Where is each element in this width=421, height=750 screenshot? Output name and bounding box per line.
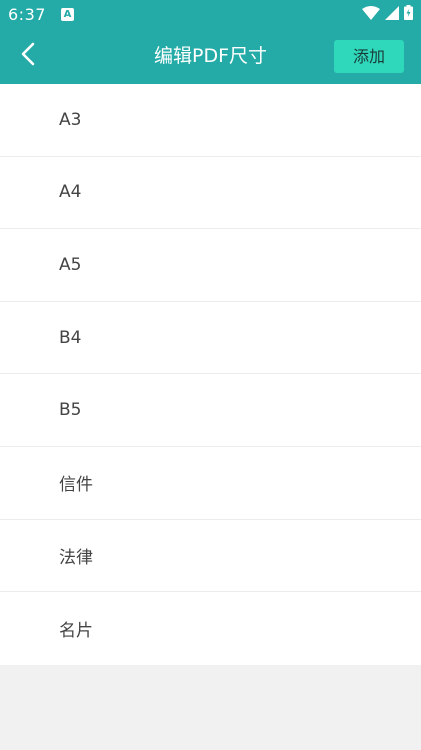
chevron-left-icon — [20, 42, 36, 70]
pdf-size-list: A3 A4 A5 B4 B5 信件 法律 名片 — [0, 84, 421, 665]
status-time: 6:37 — [8, 5, 46, 24]
toolbar: 编辑PDF尺寸 添加 — [0, 29, 421, 84]
wifi-icon — [362, 5, 380, 24]
list-item-business-card[interactable]: 名片 — [0, 592, 421, 665]
list-item-b5[interactable]: B5 — [0, 374, 421, 447]
status-icons — [362, 5, 413, 24]
list-item-legal[interactable]: 法律 — [0, 520, 421, 593]
back-button[interactable] — [10, 38, 46, 74]
notification-app-icon: A — [60, 8, 74, 21]
list-item-a5[interactable]: A5 — [0, 229, 421, 302]
list-item-a4[interactable]: A4 — [0, 157, 421, 230]
list-item-b4[interactable]: B4 — [0, 302, 421, 375]
status-bar: 6:37 A — [0, 0, 421, 29]
list-item-a3[interactable]: A3 — [0, 84, 421, 157]
list-item-letter[interactable]: 信件 — [0, 447, 421, 520]
signal-icon — [385, 5, 399, 24]
add-button[interactable]: 添加 — [334, 40, 404, 73]
battery-icon — [404, 5, 413, 24]
